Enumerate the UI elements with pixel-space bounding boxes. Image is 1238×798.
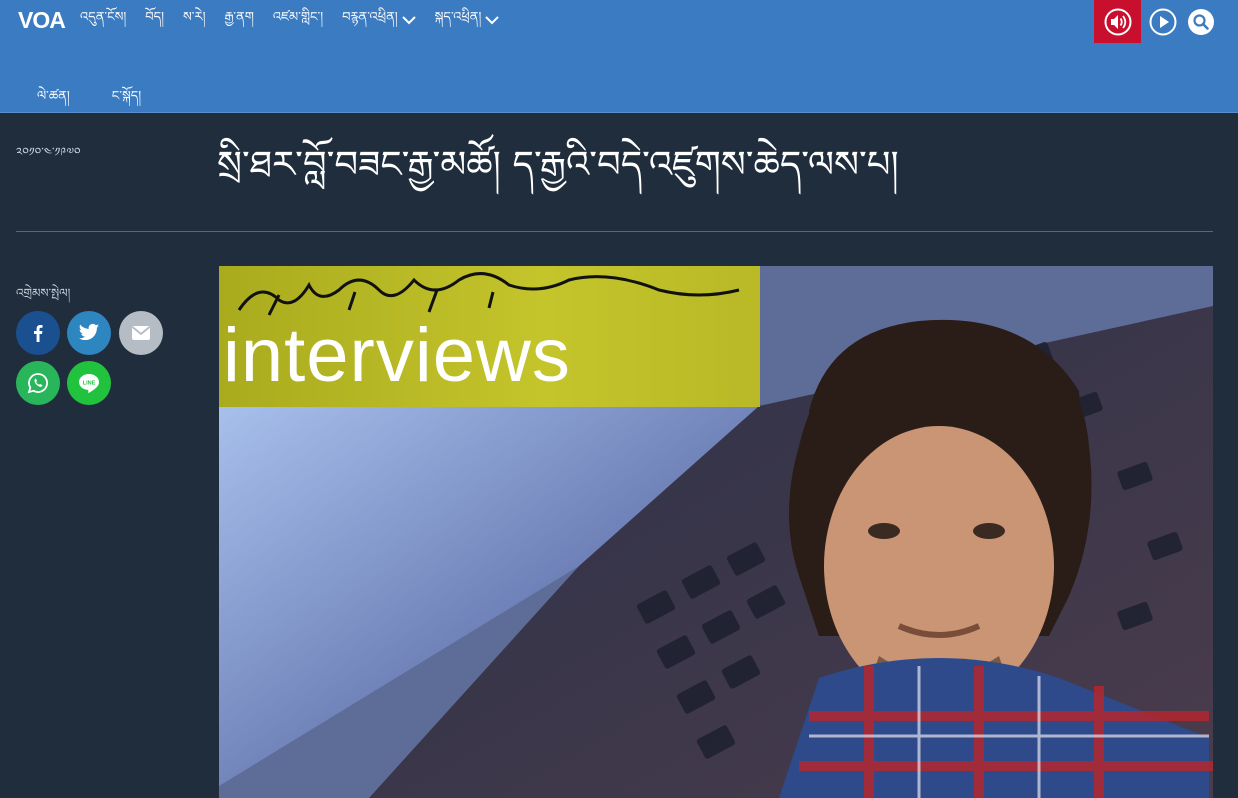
nav-item-home[interactable]: འདུན་ངོས།	[80, 2, 126, 39]
search-button[interactable]	[1184, 0, 1218, 43]
divider	[16, 231, 1213, 232]
email-icon	[131, 326, 151, 340]
main-nav: འདུན་ངོས། བོད། ས་རེ། རྒྱ་ནག འཛམ་གླིང་། བ…	[80, 0, 518, 40]
nav-item-video[interactable]: བརྙན་འཕྲིན།	[342, 2, 416, 39]
chevron-down-icon	[401, 16, 416, 25]
subnav-item-audio[interactable]: ང་སྐོད།	[112, 81, 141, 118]
svg-text:LINE: LINE	[83, 381, 96, 387]
voa-logo[interactable]: VOA	[18, 7, 66, 33]
play-icon	[1149, 8, 1177, 35]
article-headline: སྲི་ཐར་བློ་བཟང་རྒྱ་མཚོ། ད་རྒྱའི་བདེ་འཛུག…	[217, 143, 899, 186]
share-whatsapp-button[interactable]	[16, 361, 60, 405]
nav-item-label: རྒྱ་ནག	[224, 9, 254, 25]
nav-item-world[interactable]: འཛམ་གླིང་།	[273, 2, 323, 39]
top-navigation-bar: VOA འདུན་ངོས། བོད། ས་རེ། རྒྱ་ནག འཛམ་གླིང…	[0, 0, 1238, 43]
chevron-down-icon	[485, 16, 500, 25]
nav-item-label: སྐད་འཕྲིན།	[434, 9, 482, 25]
live-video-button[interactable]	[1146, 0, 1180, 43]
line-icon: LINE	[79, 374, 99, 393]
subnav: ལེ་ཚན། ང་སྐོད།	[37, 81, 183, 118]
facebook-icon	[34, 325, 43, 342]
nav-item-label: འདུན་ངོས།	[80, 9, 127, 25]
share-facebook-button[interactable]	[16, 311, 60, 355]
nav-item-tibet[interactable]: བོད།	[145, 2, 164, 39]
share-line-button[interactable]: LINE	[67, 361, 111, 405]
article-date: ༢༠༡༠་༤་༡༩༧༠	[16, 145, 81, 159]
live-audio-button[interactable]	[1094, 0, 1141, 43]
banner-title: interviews	[223, 313, 571, 398]
nav-item-label: བོད།	[145, 9, 165, 25]
share-label: འགྲེམས་སྤེལ།	[16, 286, 71, 300]
nav-item-radio[interactable]: སྐད་འཕྲིན།	[435, 2, 500, 39]
share-twitter-button[interactable]	[67, 311, 111, 355]
speaker-icon	[1104, 8, 1131, 35]
nav-item-china[interactable]: རྒྱ་ནག	[225, 2, 254, 39]
subnav-item-programs[interactable]: ལེ་ཚན།	[37, 81, 70, 118]
twitter-icon	[78, 323, 100, 341]
nav-item-label: བརྙན་འཕྲིན།	[342, 9, 398, 25]
share-email-button[interactable]	[119, 311, 163, 355]
search-icon	[1188, 8, 1214, 35]
nav-item-region[interactable]: ས་རེ།	[183, 2, 206, 39]
article-hero-image[interactable]: interviews	[219, 266, 1213, 798]
whatsapp-icon	[27, 373, 48, 394]
nav-item-label: འཛམ་གླིང་།	[272, 9, 324, 25]
section-subnav-bar: ལེ་ཚན། ང་སྐོད།	[0, 43, 1238, 113]
interviews-banner: interviews	[219, 266, 760, 407]
nav-item-label: ས་རེ།	[183, 9, 206, 25]
